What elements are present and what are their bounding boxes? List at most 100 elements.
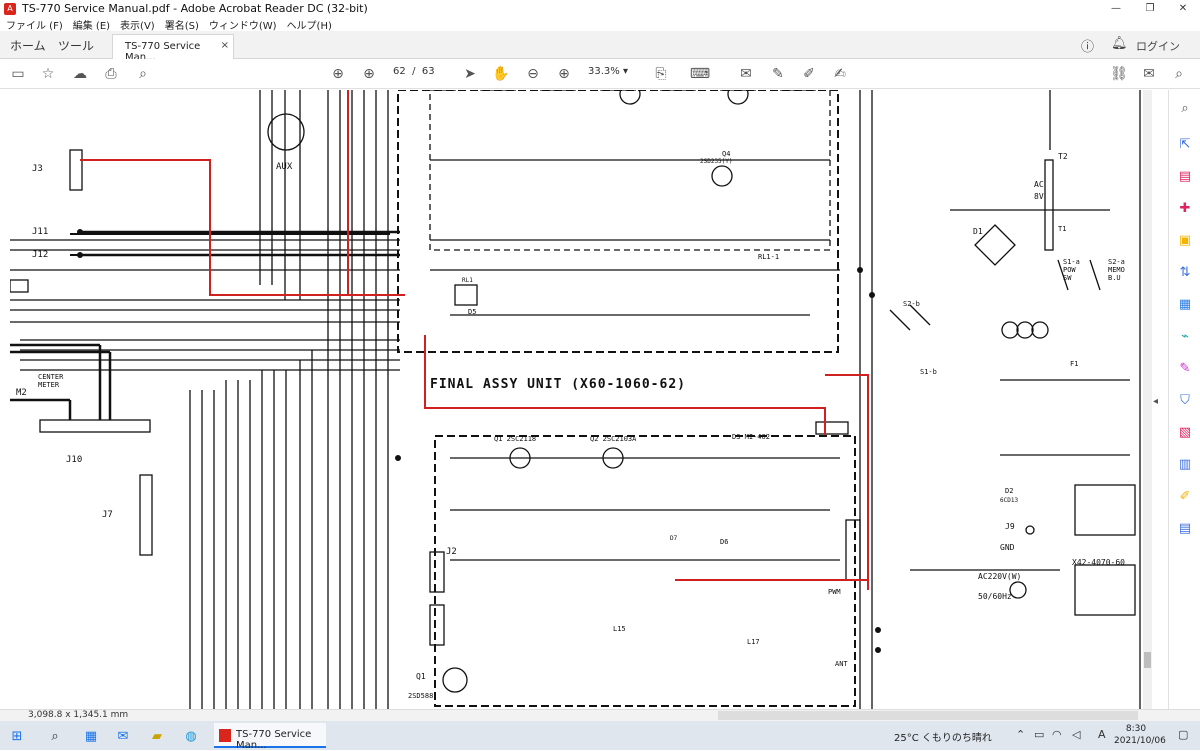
page-fit-icon[interactable]: ⎘	[651, 64, 671, 84]
page-dimensions: 3,098.8 x 1,345.1 mm	[28, 710, 129, 720]
export-pdf-icon[interactable]: ⇱	[1175, 134, 1195, 154]
mail-app-icon[interactable]: ✉	[112, 725, 134, 747]
clock-time: 8:30	[1125, 724, 1147, 734]
t2-label: T2	[1058, 152, 1068, 161]
x42-label: X42-4070-60	[1072, 558, 1125, 567]
measure-icon[interactable]: ▥	[1175, 454, 1195, 474]
tab-home[interactable]: ホーム	[10, 37, 46, 54]
j11-label: J11	[32, 227, 49, 237]
calculator-icon[interactable]: ▦	[80, 725, 102, 747]
q1-2sc2118-label: Q1 2SC2118	[494, 435, 537, 443]
print-icon[interactable]: ⎙	[101, 64, 121, 84]
acrobat-icon: A	[4, 2, 16, 15]
compress-icon[interactable]: ▦	[1175, 294, 1195, 314]
search-icon[interactable]: ⌕	[1169, 64, 1189, 84]
protect-icon[interactable]: ⛉	[1175, 390, 1195, 410]
toolbar: ▭ ☆ ☁ ⎙ ⌕ ⊕ ⊕ 62 / 63 ➤ ✋ ⊖ ⊕ 33.3% ▾ ⎘ …	[0, 59, 1200, 89]
start-windows-icon[interactable]: ⊞	[6, 725, 28, 747]
menu-view[interactable]: 表示(V)	[120, 17, 155, 32]
menu-sign[interactable]: 署名(S)	[165, 17, 199, 32]
tools-side-panel: ⌕ ⇱ ▤ ✚ ▣ ⇅ ▦ ⌁ ✎ ⛉ ▧ ▥ ✐ ▤	[1168, 90, 1200, 710]
pwm-label: PWM	[828, 588, 841, 596]
taskbar-acrobat-item[interactable]: TS-770 Service Man...	[214, 723, 326, 751]
close-button[interactable]: ✕	[1166, 0, 1200, 17]
draw-icon[interactable]: ✐	[799, 64, 819, 84]
bookmark-star-icon[interactable]: ☆	[38, 64, 58, 84]
final-assy-unit-title: FINAL ASSY UNIT (X60-1060-62)	[430, 377, 686, 392]
window-title: TS-770 Service Manual.pdf - Adobe Acroba…	[22, 2, 368, 15]
file-explorer-icon[interactable]: ▰	[146, 725, 168, 747]
menu-file[interactable]: ファイル (F)	[6, 17, 63, 32]
horizontal-scrollbar[interactable]	[718, 711, 1138, 720]
ac-label: AC	[1034, 180, 1044, 189]
tab-document[interactable]: TS-770 Service Man... ×	[112, 34, 234, 63]
save-icon[interactable]: ▭	[8, 64, 28, 84]
panel-collapse-icon[interactable]: ◂	[1153, 396, 1158, 407]
menu-bar: ファイル (F) 編集 (E) 表示(V) 署名(S) ウィンドウ(W) ヘルプ…	[0, 17, 1200, 32]
vertical-scrollbar[interactable]	[1143, 90, 1152, 710]
t1-label: T1	[1058, 225, 1067, 233]
network-icon[interactable]: ▭	[1034, 728, 1044, 741]
zoom-search-panel-icon[interactable]: ⌕	[1175, 98, 1195, 118]
stamp-icon[interactable]: ✐	[1175, 486, 1195, 506]
windows-taskbar: ⊞ ⌕ ▦ ✉ ▰ ◍ TS-770 Service Man... 25°C く…	[0, 721, 1200, 751]
print-production-icon[interactable]: ▧	[1175, 422, 1195, 442]
wifi-icon[interactable]: ◠	[1052, 728, 1062, 741]
tray-chevron-icon[interactable]: ⌃	[1016, 728, 1025, 741]
q1-label: Q1	[416, 672, 426, 681]
s2a-label: S2-a MEMO B.U	[1108, 258, 1125, 282]
page-current[interactable]: 62	[393, 66, 406, 77]
menu-edit[interactable]: 編集 (E)	[73, 17, 110, 32]
edge-browser-icon[interactable]: ◍	[180, 725, 202, 747]
page-down-icon[interactable]: ⊕	[359, 64, 379, 84]
notifications-icon[interactable]: ▢	[1178, 728, 1188, 741]
minimize-button[interactable]: —	[1099, 0, 1133, 17]
scroll-mode-icon[interactable]: ⌨	[690, 64, 710, 84]
login-button[interactable]: ログイン	[1136, 38, 1180, 54]
fill-sign-icon[interactable]: ✍	[830, 64, 850, 84]
comment-panel-icon[interactable]: ▣	[1175, 230, 1195, 250]
search-taskbar-icon[interactable]: ⌕	[44, 725, 66, 747]
tab-bar: ホーム ツール TS-770 Service Man... × ⓘ 🔔︎ ログイ…	[0, 31, 1200, 63]
menu-window[interactable]: ウィンドウ(W)	[209, 17, 277, 32]
scan-icon[interactable]: ⌁	[1175, 326, 1195, 346]
tab-close-icon[interactable]: ×	[221, 40, 229, 51]
link-icon[interactable]: ⛓	[1109, 64, 1129, 84]
s2b-label: S2-b	[903, 300, 920, 308]
page-indicator[interactable]: 62 / 63	[393, 66, 435, 77]
menu-help[interactable]: ヘルプ(H)	[287, 17, 332, 32]
highlight-pen-icon[interactable]: ✎	[768, 64, 788, 84]
zoom-level[interactable]: 33.3% ▾	[588, 66, 632, 77]
help-icon[interactable]: ⓘ	[1081, 36, 1094, 55]
hand-tool-icon[interactable]: ✋	[491, 64, 511, 84]
organize-pages-icon[interactable]: ⇅	[1175, 262, 1195, 282]
zoom-out-icon[interactable]: ⊖	[523, 64, 543, 84]
zoom-search-icon[interactable]: ⌕	[133, 64, 153, 84]
comment-icon[interactable]: ✉	[736, 64, 756, 84]
schematic-drawing	[10, 90, 1141, 709]
tab-tools[interactable]: ツール	[58, 37, 94, 54]
create-pdf-icon[interactable]: ▤	[1175, 166, 1195, 186]
upload-cloud-icon[interactable]: ☁	[70, 64, 90, 84]
system-clock[interactable]: 8:30 2021/10/06	[1114, 723, 1166, 747]
gnd-label: GND	[1000, 543, 1015, 552]
edit-pdf-icon[interactable]: ✚	[1175, 198, 1195, 218]
mail-icon[interactable]: ✉	[1139, 64, 1159, 84]
j9-label: J9	[1005, 522, 1015, 531]
d7-label: D7	[670, 535, 678, 542]
notification-bell-icon[interactable]: 🔔︎	[1111, 36, 1128, 51]
scroll-thumb[interactable]	[1144, 652, 1151, 668]
fill-sign-panel-icon[interactable]: ✎	[1175, 358, 1195, 378]
volume-icon[interactable]: ◁	[1072, 728, 1080, 741]
page-up-icon[interactable]: ⊕	[328, 64, 348, 84]
more-tools-icon[interactable]: ▤	[1175, 518, 1195, 538]
weather-widget[interactable]: 25°C くもりのち晴れ	[894, 729, 992, 744]
ime-indicator[interactable]: A	[1098, 728, 1106, 741]
document-view[interactable]: FINAL ASSY UNIT (X60-1060-62) AUX J3 J11…	[10, 90, 1143, 709]
l17-label: L17	[747, 638, 760, 646]
select-cursor-icon[interactable]: ➤	[460, 64, 480, 84]
aux-label: AUX	[276, 162, 293, 172]
zoom-in-icon[interactable]: ⊕	[554, 64, 574, 84]
restore-button[interactable]: ❐	[1133, 0, 1167, 17]
page-separator: /	[412, 66, 416, 77]
